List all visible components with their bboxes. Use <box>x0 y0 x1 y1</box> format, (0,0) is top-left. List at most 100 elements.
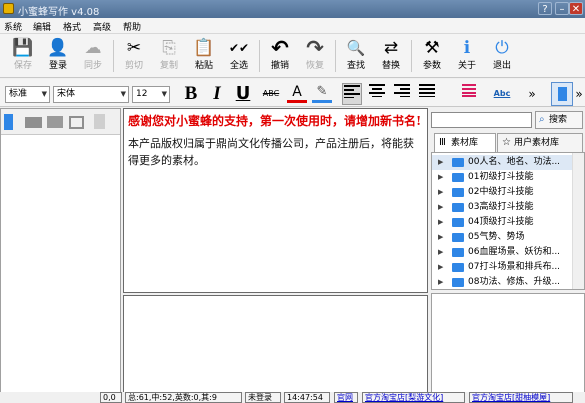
book-toolbar <box>1 109 120 135</box>
strikethrough-button[interactable]: ABC <box>258 83 284 105</box>
paste-icon: 📋 <box>193 38 215 58</box>
exit-button[interactable]: ⏻ 退出 <box>487 36 517 76</box>
folder-add-icon[interactable] <box>47 116 63 128</box>
tree-item[interactable]: ▶ 04顶级打斗技能 <box>432 215 572 230</box>
menu-help[interactable]: 帮助 <box>123 20 141 33</box>
expand-icon[interactable]: ▶ <box>438 275 443 289</box>
word-count: 总:61,中:52,英数:0,其:9 <box>125 392 242 403</box>
menu-edit[interactable]: 编辑 <box>33 20 51 33</box>
expand-icon[interactable]: ▶ <box>438 200 443 215</box>
replace-icon: ⇄ <box>383 38 399 58</box>
justify-button[interactable] <box>417 83 437 105</box>
font-select[interactable]: 宋体 ▼ <box>53 86 129 103</box>
editor-area[interactable]: 感谢您对小蜜蜂的支持，第一次使用时，请增加新书名! 本产品版权归属于鼎尚文化传播… <box>123 108 428 293</box>
align-left-button[interactable] <box>342 83 362 105</box>
paragraph-color-button[interactable] <box>459 83 479 105</box>
menu-system[interactable]: 系统 <box>4 20 22 33</box>
more-format-button[interactable]: » <box>522 83 542 105</box>
expand-icon[interactable]: ▶ <box>438 170 443 185</box>
replace-button[interactable]: ⇄ 替换 <box>376 36 406 76</box>
paste-button[interactable]: 📋 粘贴 <box>189 36 219 76</box>
bold-button[interactable]: B <box>181 83 201 105</box>
material-preview[interactable] <box>431 293 585 398</box>
select-all-button[interactable]: ✔✔ 全选 <box>224 36 254 76</box>
menu-format[interactable]: 格式 <box>63 20 81 33</box>
book-icon[interactable] <box>4 114 13 130</box>
align-center-button[interactable] <box>367 83 387 105</box>
taobao-store-link-2[interactable]: 官方淘宝店[甜柚模屋] <box>469 392 573 403</box>
chevron-down-icon: ▼ <box>41 90 47 98</box>
tree-item[interactable]: ▶ 01初级打斗技能 <box>432 170 572 185</box>
menu-bar: 系统 编辑 格式 高级 帮助 <box>0 18 585 34</box>
italic-button[interactable]: I <box>207 83 227 105</box>
tree-item[interactable]: ▶ 07打斗场景和排兵布... <box>432 260 572 275</box>
copy-button[interactable]: ⎘ 复制 <box>154 36 184 76</box>
expand-icon[interactable]: ▶ <box>438 155 443 170</box>
notes-area[interactable] <box>123 295 428 398</box>
sidebar-toggle-button[interactable] <box>551 82 573 106</box>
tab-user-library[interactable]: ☆ 用户素材库 <box>497 133 583 153</box>
expand-icon[interactable]: ▶ <box>438 185 443 200</box>
copy-icon: ⎘ <box>162 38 176 58</box>
welcome-heading: 感谢您对小蜜蜂的支持，第一次使用时，请增加新书名! <box>128 114 422 128</box>
search-button[interactable]: ⌕ 搜索 <box>535 111 583 129</box>
lines-red-icon <box>462 84 476 97</box>
expand-icon[interactable]: ▶ <box>438 260 443 275</box>
tree-item[interactable]: ▶ 08功法、修炼、升级... <box>432 275 572 289</box>
login-button[interactable]: 👤 登录 <box>43 36 73 76</box>
close-button[interactable]: ✕ <box>569 2 583 15</box>
taobao-store-link[interactable]: 官方淘宝店[梨游文化] <box>362 392 465 403</box>
tab-library[interactable]: Ⅲ 素材库 <box>434 133 496 153</box>
app-icon <box>3 3 14 14</box>
tree-scrollbar[interactable] <box>572 153 584 289</box>
undo-button[interactable]: ↶ 撤销 <box>265 36 295 76</box>
folder-icon <box>452 233 464 242</box>
find-icon: 🔍 <box>346 39 366 57</box>
trash-icon[interactable] <box>94 114 105 129</box>
overflow-button[interactable]: » <box>574 83 584 105</box>
align-center-icon <box>369 84 385 97</box>
folder-icon <box>452 158 464 167</box>
tree-item[interactable]: ▶ 03高级打斗技能 <box>432 200 572 215</box>
star-icon: ☆ <box>502 137 511 148</box>
login-status: 未登录 <box>245 392 281 403</box>
settings-button[interactable]: ⚒ 参数 <box>417 36 447 76</box>
toolbar-divider <box>259 40 260 72</box>
expand-icon[interactable]: ▶ <box>438 230 443 245</box>
folder-icon <box>452 173 464 182</box>
expand-icon[interactable]: ▶ <box>438 245 443 260</box>
expand-icon[interactable]: ▶ <box>438 215 443 230</box>
help-window-button[interactable]: ? <box>538 2 552 15</box>
tree-item[interactable]: ▶ 06血腥场景、妖彷和... <box>432 245 572 260</box>
sync-button[interactable]: ☁ 同步 <box>78 36 108 76</box>
about-button[interactable]: ℹ 关于 <box>452 36 482 76</box>
search-input[interactable] <box>431 112 532 128</box>
tree-item[interactable]: ▶ 00人名、地名、功法... <box>432 155 572 170</box>
minimize-button[interactable]: – <box>555 2 569 15</box>
align-right-button[interactable] <box>392 83 412 105</box>
tree-item[interactable]: ▶ 02中级打斗技能 <box>432 185 572 200</box>
style-select[interactable]: 标准 ▼ <box>5 86 50 103</box>
toolbar-divider <box>113 40 114 72</box>
folder-icon[interactable] <box>25 117 42 128</box>
cut-button[interactable]: ✂ 剪切 <box>119 36 149 76</box>
font-color-button[interactable]: A <box>287 83 307 103</box>
official-site-link[interactable]: 官网 <box>334 392 358 403</box>
tree-item[interactable]: ▶ 05气势、势场 <box>432 230 572 245</box>
title-bar: 小蜜蜂写作 v4.08 ? – ✕ <box>0 0 585 18</box>
chevron-down-icon: ▼ <box>120 90 126 98</box>
spell-check-button[interactable]: Abc <box>490 83 514 105</box>
undo-icon: ↶ <box>271 36 289 60</box>
menu-advanced[interactable]: 高级 <box>93 20 111 33</box>
redo-button[interactable]: ↷ 恢复 <box>300 36 330 76</box>
save-button[interactable]: 💾 保存 <box>8 36 38 76</box>
folder-icon <box>452 263 464 272</box>
format-toolbar: 标准 ▼ 宋体 ▼ 12 ▼ B I U ABC A ✎ Abc » » <box>0 79 585 107</box>
frame-icon[interactable] <box>69 116 84 129</box>
font-size-select[interactable]: 12 ▼ <box>132 86 170 103</box>
find-button[interactable]: 🔍 查找 <box>341 36 371 76</box>
book-panel <box>0 108 121 398</box>
info-icon: ℹ <box>463 38 471 58</box>
underline-button[interactable]: U <box>233 83 253 105</box>
highlight-button[interactable]: ✎ <box>312 83 332 103</box>
